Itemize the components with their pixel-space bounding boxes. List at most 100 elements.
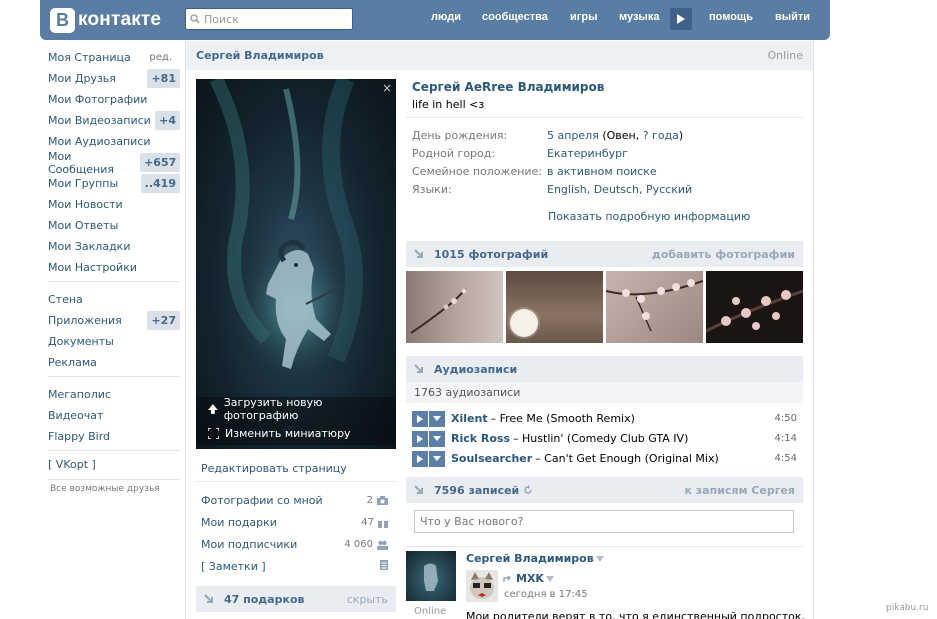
edit-page-link[interactable]: Редактировать страницу [201,462,347,475]
messages-badge[interactable]: +657 [140,153,180,172]
edit-link[interactable]: ред. [149,52,172,63]
photos-with-me-link[interactable]: Фотографии со мной 2 [201,494,388,507]
sidebar-item-answers[interactable]: Мои Ответы [48,215,180,236]
sidebar-item-my-page[interactable]: Моя Страница ред. [48,47,180,68]
chevron-down-icon[interactable] [595,555,604,562]
notes-link[interactable]: [ Заметки ] [201,560,388,573]
nav-music[interactable]: музыка [619,11,659,23]
groups-badge[interactable]: ..419 [140,174,180,193]
track-duration: 4:50 [774,413,797,424]
sidebar-item-settings[interactable]: Мои Настройки [48,257,180,278]
photos-with-me-count-wrap: 2 [367,494,388,507]
new-post-input[interactable]: Что у Вас нового? [414,510,794,533]
hide-gifts-link[interactable]: скрыть [347,593,388,606]
nav-logout[interactable]: выйти [775,11,810,23]
audio-section-header[interactable]: Аудиозаписи [406,356,803,382]
post-time[interactable]: сегодня в 17:45 [504,589,588,600]
sidebar-item-wall[interactable]: Стена [48,289,180,310]
sidebar-divider [48,479,180,480]
chevron-down-icon[interactable] [545,575,554,582]
sidebar-item-friends[interactable]: Мои Друзья +81 [48,68,180,89]
sidebar-item-documents[interactable]: Документы [48,331,180,352]
gifts-section-header[interactable]: 47 подарков скрыть [196,586,396,612]
audio-track[interactable]: Xilent – Free Me (Smooth Remix) 4:50 [412,409,797,428]
track-artist[interactable]: Soulsearcher [451,452,532,465]
info-row-languages: Языки: English, Deutsch, Русский [412,183,692,196]
sidebar-item-ads[interactable]: Реклама [48,352,180,373]
languages-link[interactable]: English, Deutsch, Русский [547,183,692,196]
photo-thumbnail[interactable] [506,271,603,343]
sidebar-item-videochat[interactable]: Видеочат [48,405,180,426]
nav-communities[interactable]: сообщества [482,11,548,23]
profile-status[interactable]: life in hell <з [412,98,484,111]
birthday-end: ) [678,129,684,142]
upload-arrow-icon [208,404,218,414]
track-artist[interactable]: Xilent [451,412,488,425]
refresh-icon[interactable] [523,485,533,495]
play-button[interactable] [412,450,428,467]
repost-source-avatar[interactable] [466,570,498,602]
friends-badge[interactable]: +81 [147,69,180,88]
audio-track[interactable]: Rick Ross – Hustlin' (Comedy Club GTA IV… [412,429,797,448]
profile-avatar[interactable]: × Загрузить новую фотографию Изменить ми… [196,79,396,449]
post-author-avatar[interactable] [406,551,456,601]
photo-thumbnail[interactable] [706,271,803,343]
info-key: Родной город: [412,147,496,160]
photos-section-header[interactable]: 1015 фотографий добавить фотографии [406,241,803,267]
sidebar-item-videos[interactable]: Мои Видеозаписи +4 [48,110,180,131]
play-button[interactable] [412,410,428,427]
sidebar-item-messages[interactable]: Мои Сообщения +657 [48,150,180,176]
add-photos-link[interactable]: добавить фотографии [652,248,795,261]
add-track-button[interactable] [429,410,445,427]
my-subscribers-link[interactable]: Мои подписчики 4 060 [201,538,388,551]
sidebar-item-label: Мои Видеозаписи [48,114,151,127]
birthday-plain: (Овен, [598,129,643,142]
to-wall-link[interactable]: к записям Сергея [685,484,796,497]
sidebar-item-flappy-bird[interactable]: Flappy Bird [48,426,180,447]
profile-full-name: Сергей AeRree Владимиров [412,80,605,94]
collapse-arrow-icon [414,364,423,373]
photo-thumbnail[interactable] [606,271,703,343]
divider [406,117,803,118]
watermark: pikabu.ru [886,603,929,613]
sidebar-item-bookmarks[interactable]: Мои Закладки [48,236,180,257]
sidebar-item-megapolis[interactable]: Мегаполис [48,384,180,405]
sidebar-item-groups[interactable]: Мои Группы ..419 [48,173,180,194]
show-more-info-link[interactable]: Показать подробную информацию [548,210,750,223]
track-artist[interactable]: Rick Ross [451,432,510,445]
divider [196,481,396,482]
birth-year-link[interactable]: ? года [643,129,679,142]
play-icon [677,14,685,24]
photo-thumbnail[interactable] [406,271,503,343]
relationship-link[interactable]: в активном поиске [547,165,657,178]
add-track-button[interactable] [429,430,445,447]
vk-logo[interactable]: В контакте [50,7,161,33]
sidebar-item-apps[interactable]: Приложения +27 [48,310,180,331]
change-thumbnail-button[interactable]: Изменить миниатюру [196,421,396,445]
nav-games[interactable]: игры [570,11,597,23]
repost-source-name[interactable]: MXK [516,572,544,585]
play-button[interactable] [412,430,428,447]
left-sidebar: Моя Страница ред. Мои Друзья +81 Мои Фотог… [48,47,180,494]
track-buttons [412,430,445,447]
chevron-down-icon [433,456,441,461]
nav-help[interactable]: помощь [709,11,753,23]
search-input[interactable]: Поиск [185,8,353,30]
hometown-link[interactable]: Екатеринбург [547,147,628,160]
friends-note[interactable]: Все возможные друзья [50,484,180,494]
my-gifts-link[interactable]: Мои подарки 47 [201,516,388,529]
close-icon[interactable]: × [382,81,392,95]
nav-people[interactable]: люди [431,11,461,23]
sidebar-item-news[interactable]: Мои Новости [48,194,180,215]
sidebar-item-photos[interactable]: Мои Фотографии [48,89,180,110]
audio-track[interactable]: Soulsearcher – Can't Get Enough (Origina… [412,449,797,468]
post-author-name[interactable]: Сергей Владимиров [466,552,594,565]
music-play-button[interactable] [670,8,692,30]
apps-badge[interactable]: +27 [147,311,180,330]
videos-badge[interactable]: +4 [155,111,180,130]
add-track-button[interactable] [429,450,445,467]
wall-section-header[interactable]: 7596 записей к записям Сергея [406,477,803,503]
birthday-link[interactable]: 5 апреля [547,129,599,142]
sidebar-item-vkopt[interactable]: [ VKopt ] [48,454,180,475]
upload-photo-button[interactable]: Загрузить новую фотографию [196,396,396,422]
